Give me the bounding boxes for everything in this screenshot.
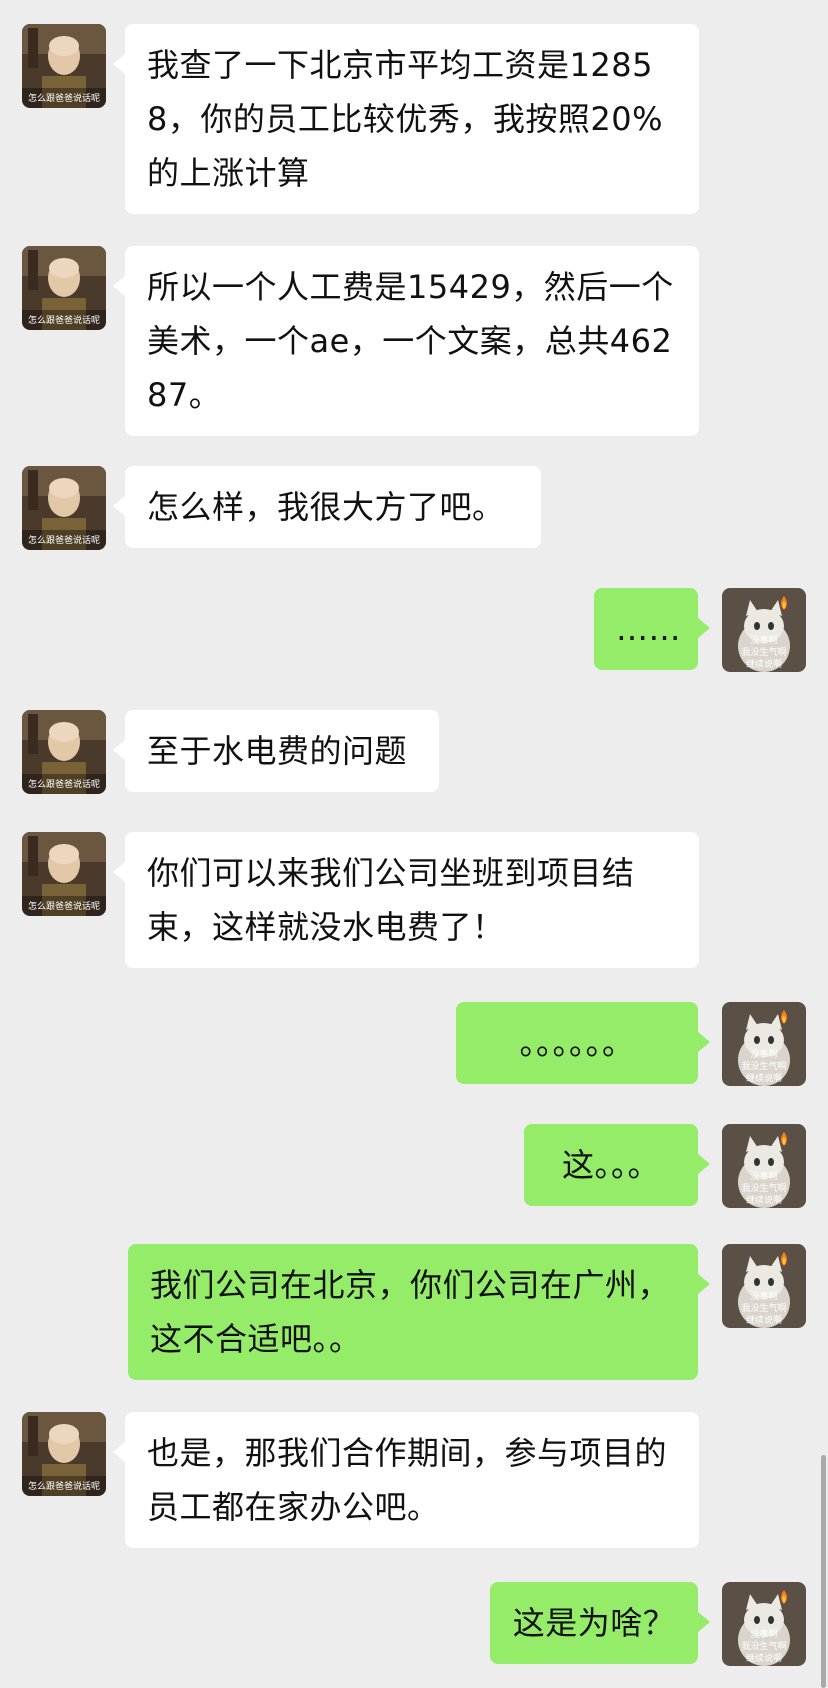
avatar-caption: 怎么跟爸爸说话呢 — [28, 778, 100, 790]
avatar-caption: 怎么跟爸爸说话呢 — [28, 92, 100, 104]
avatar-caption: 继续说啊 — [746, 658, 782, 670]
avatar-caption: 我没生气啊 — [741, 1302, 786, 1314]
message-bubble[interactable]: 这。。。 — [524, 1124, 710, 1206]
message-bubble[interactable]: 我们公司在北京，你们公司在广州，这不合适吧。。 — [128, 1244, 710, 1380]
avatar[interactable]: 没事啊 我没生气啊 继续说啊 — [722, 588, 806, 672]
message-bubble[interactable]: 你们可以来我们公司坐班到项目结束，这样就没水电费了！ — [113, 832, 699, 968]
avatar-caption: 怎么跟爸爸说话呢 — [28, 1480, 100, 1492]
bald-man-avatar-icon: 怎么跟爸爸说话呢 — [22, 710, 106, 794]
avatar-caption: 继续说啊 — [746, 1194, 782, 1206]
avatar-caption: 怎么跟爸爸说话呢 — [28, 534, 100, 546]
avatar-caption: 没事啊 — [750, 1628, 777, 1640]
avatar-caption: 没事啊 — [750, 1290, 777, 1302]
bald-man-avatar-icon: 怎么跟爸爸说话呢 — [22, 24, 106, 108]
avatar-caption: 怎么跟爸爸说话呢 — [28, 314, 100, 326]
message-bubble[interactable]: 我查了一下北京市平均工资是12858，你的员工比较优秀，我按照20%的上涨计算 — [113, 24, 699, 214]
avatar-caption: 怎么跟爸爸说话呢 — [28, 900, 100, 912]
avatar-caption: 没事啊 — [750, 634, 777, 646]
message-bubble[interactable]: 。。。。。。 — [456, 1002, 710, 1084]
cat-avatar-icon: 没事啊 我没生气啊 继续说啊 — [722, 588, 806, 672]
avatar-caption: 我没生气啊 — [741, 1182, 786, 1194]
cat-avatar-icon: 没事啊 我没生气啊 继续说啊 — [722, 1002, 806, 1086]
message-bubble[interactable]: 也是，那我们合作期间，参与项目的员工都在家办公吧。 — [113, 1412, 699, 1548]
message-bubble[interactable]: 所以一个人工费是15429，然后一个美术，一个ae，一个文案，总共46287。 — [113, 246, 699, 436]
message-bubble[interactable]: 至于水电费的问题 — [113, 710, 439, 792]
avatar[interactable]: 怎么跟爸爸说话呢 — [22, 710, 106, 794]
avatar-caption: 继续说啊 — [746, 1652, 782, 1664]
avatar[interactable]: 怎么跟爸爸说话呢 — [22, 1412, 106, 1496]
avatar[interactable]: 没事啊 我没生气啊 继续说啊 — [722, 1124, 806, 1208]
bald-man-avatar-icon: 怎么跟爸爸说话呢 — [22, 1412, 106, 1496]
message-bubble[interactable]: …… — [594, 588, 710, 670]
avatar[interactable]: 怎么跟爸爸说话呢 — [22, 246, 106, 330]
avatar-caption: 我没生气啊 — [741, 1640, 786, 1652]
avatar[interactable]: 怎么跟爸爸说话呢 — [22, 832, 106, 916]
avatar-caption: 继续说啊 — [746, 1072, 782, 1084]
avatar-caption: 没事啊 — [750, 1048, 777, 1060]
avatar-caption: 我没生气啊 — [741, 1060, 786, 1072]
avatar[interactable]: 没事啊 我没生气啊 继续说啊 — [722, 1002, 806, 1086]
message-bubble[interactable]: 这是为啥？ — [490, 1582, 710, 1664]
cat-avatar-icon: 没事啊 我没生气啊 继续说啊 — [722, 1582, 806, 1666]
bald-man-avatar-icon: 怎么跟爸爸说话呢 — [22, 246, 106, 330]
message-bubble[interactable]: 怎么样，我很大方了吧。 — [113, 466, 541, 548]
avatar-caption: 继续说啊 — [746, 1314, 782, 1326]
avatar-caption: 我没生气啊 — [741, 646, 786, 658]
avatar[interactable]: 没事啊 我没生气啊 继续说啊 — [722, 1582, 806, 1666]
avatar-caption: 没事啊 — [750, 1170, 777, 1182]
avatar[interactable]: 怎么跟爸爸说话呢 — [22, 24, 106, 108]
avatar[interactable]: 没事啊 我没生气啊 继续说啊 — [722, 1244, 806, 1328]
cat-avatar-icon: 没事啊 我没生气啊 继续说啊 — [722, 1124, 806, 1208]
avatar[interactable]: 怎么跟爸爸说话呢 — [22, 466, 106, 550]
scrollbar[interactable] — [821, 1455, 826, 1688]
bald-man-avatar-icon: 怎么跟爸爸说话呢 — [22, 832, 106, 916]
bald-man-avatar-icon: 怎么跟爸爸说话呢 — [22, 466, 106, 550]
cat-avatar-icon: 没事啊 我没生气啊 继续说啊 — [722, 1244, 806, 1328]
